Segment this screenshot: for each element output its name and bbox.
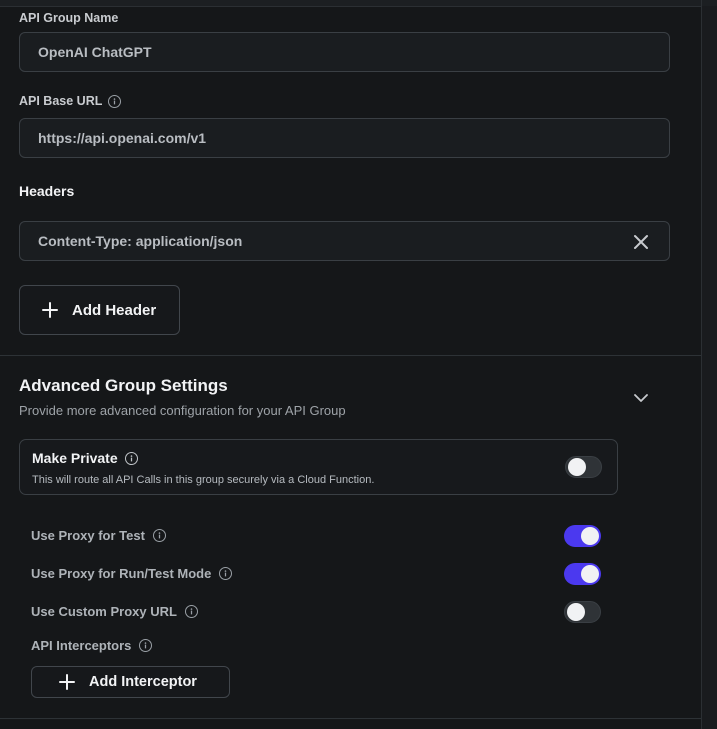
info-icon[interactable] (108, 94, 122, 108)
use-custom-proxy-toggle[interactable] (564, 601, 601, 623)
headers-label: Headers (19, 183, 74, 199)
add-interceptor-label: Add Interceptor (89, 674, 197, 690)
make-private-card: Make Private This will route all API Cal… (19, 439, 618, 495)
make-private-title: Make Private (32, 450, 138, 466)
section-divider (0, 355, 701, 356)
api-interceptors-text: API Interceptors (31, 638, 132, 653)
plus-icon (59, 674, 75, 690)
toggle-knob (567, 603, 585, 621)
make-private-description: This will route all API Calls in this gr… (32, 474, 375, 486)
header-row[interactable] (19, 221, 670, 261)
close-icon[interactable] (633, 234, 649, 250)
api-interceptors-label: API Interceptors (31, 638, 153, 653)
scrollbar[interactable] (702, 6, 717, 729)
bottom-divider (0, 718, 701, 719)
info-icon[interactable] (152, 529, 166, 542)
make-private-label: Make Private (32, 450, 118, 466)
make-private-toggle[interactable] (565, 456, 602, 478)
toggle-knob (568, 458, 586, 476)
use-proxy-test-label: Use Proxy for Test (31, 528, 166, 543)
add-header-button[interactable]: Add Header (19, 285, 180, 335)
use-custom-proxy-label: Use Custom Proxy URL (31, 604, 198, 619)
top-border (0, 0, 717, 7)
use-proxy-run-toggle[interactable] (564, 563, 601, 585)
toggle-knob (581, 527, 599, 545)
api-group-name-input[interactable] (36, 43, 653, 61)
add-interceptor-button[interactable]: Add Interceptor (31, 666, 230, 698)
api-base-url-label-text: API Base URL (19, 94, 103, 108)
add-header-label: Add Header (72, 301, 157, 319)
info-icon[interactable] (219, 567, 233, 580)
use-proxy-test-toggle[interactable] (564, 525, 601, 547)
info-icon[interactable] (184, 605, 198, 618)
plus-icon (42, 302, 58, 318)
api-group-name-field[interactable] (19, 32, 670, 72)
use-proxy-run-text: Use Proxy for Run/Test Mode (31, 566, 212, 581)
use-proxy-test-text: Use Proxy for Test (31, 528, 145, 543)
api-group-name-label-text: API Group Name (19, 11, 119, 25)
info-icon[interactable] (124, 451, 138, 465)
header-input[interactable] (36, 232, 653, 250)
chevron-down-icon[interactable] (632, 389, 650, 407)
use-proxy-run-label: Use Proxy for Run/Test Mode (31, 566, 233, 581)
api-base-url-field[interactable] (19, 118, 670, 158)
advanced-settings-title: Advanced Group Settings (19, 376, 228, 395)
api-base-url-input[interactable] (36, 129, 653, 147)
api-group-name-label: API Group Name (19, 11, 118, 25)
use-custom-proxy-text: Use Custom Proxy URL (31, 604, 177, 619)
info-icon[interactable] (139, 639, 153, 652)
headers-label-text: Headers (19, 183, 75, 199)
api-base-url-label: API Base URL (19, 94, 122, 108)
advanced-settings-subtitle: Provide more advanced configuration for … (19, 403, 346, 418)
toggle-knob (581, 565, 599, 583)
